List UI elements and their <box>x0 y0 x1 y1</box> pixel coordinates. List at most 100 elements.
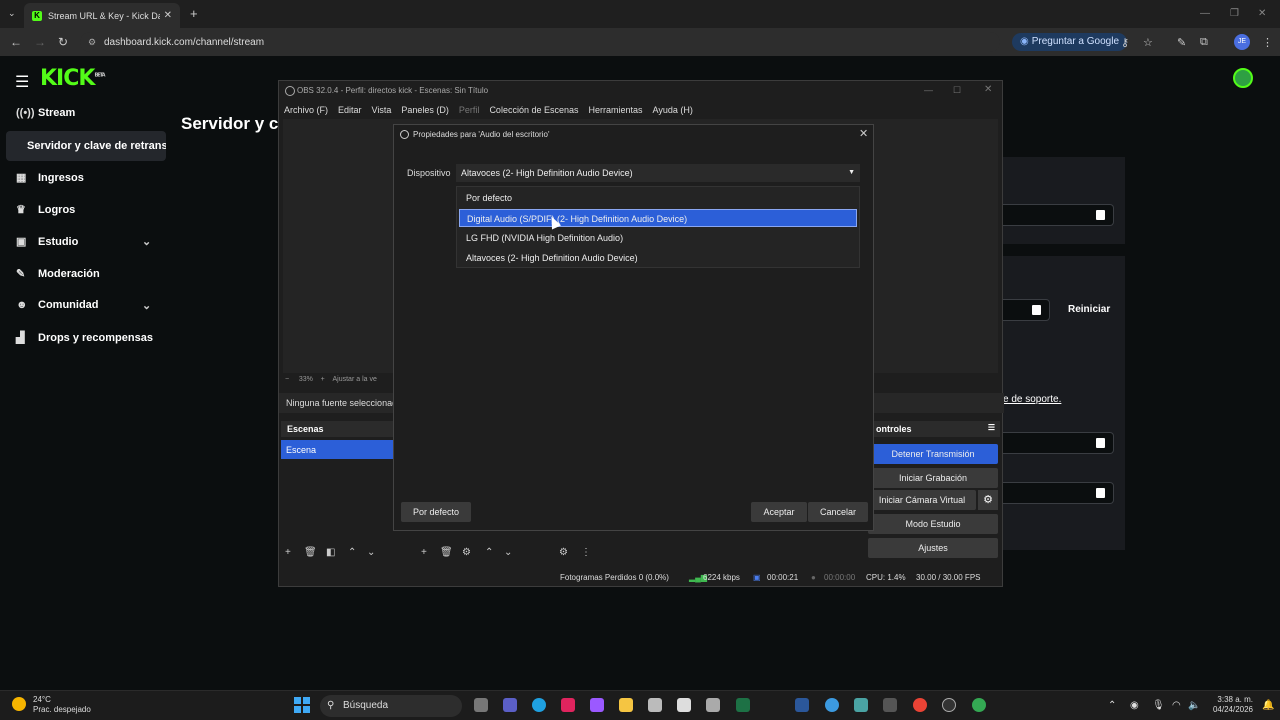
extensions-puzzle-icon[interactable]: ⧉ <box>1200 36 1208 49</box>
menu-herramientas[interactable]: Herramientas <box>589 101 643 119</box>
ingest-field-1[interactable] <box>1003 432 1114 454</box>
delete-source-icon[interactable]: 🗑 <box>440 547 453 558</box>
source-up-icon[interactable]: ⌃ <box>485 547 493 558</box>
studio-mode-button[interactable]: Modo Estudio <box>868 514 998 534</box>
reload-icon[interactable]: ↻ <box>58 35 68 49</box>
dock-menu-icon[interactable]: ☰ <box>988 423 995 432</box>
store-icon[interactable] <box>648 698 662 712</box>
sidebar-item-moderacion[interactable]: ✎ Moderación <box>16 267 100 281</box>
obs-icon[interactable] <box>942 698 956 712</box>
profile-avatar[interactable]: JE <box>1234 34 1250 50</box>
app-icon[interactable] <box>561 698 575 712</box>
virtual-camera-settings-icon[interactable]: ⚙ <box>978 490 998 510</box>
obs-minimize-icon[interactable]: — <box>924 85 933 95</box>
wifi-icon[interactable]: ◠ <box>1172 700 1181 711</box>
copy-icon[interactable] <box>1032 305 1041 315</box>
menu-vista[interactable]: Vista <box>372 101 392 119</box>
sidebar-item-logros[interactable]: ♛ Logros <box>16 203 75 217</box>
sidebar-item-estudio[interactable]: ▣ Estudio ⌄ <box>16 235 151 249</box>
menu-coleccion-escenas[interactable]: Colección de Escenas <box>489 101 578 119</box>
menu-editar[interactable]: Editar <box>338 101 362 119</box>
delete-scene-icon[interactable]: 🗑 <box>304 547 317 558</box>
sidebar-item-comunidad[interactable]: ☻ Comunidad ⌄ <box>16 299 151 312</box>
file-explorer-icon[interactable] <box>619 698 633 712</box>
sidebar-item-stream[interactable]: ((•)) Stream <box>16 107 75 119</box>
extension-edit-icon[interactable]: ✎ <box>1177 36 1186 49</box>
device-option[interactable]: LG FHD (NVIDIA High Definition Audio) <box>459 229 857 247</box>
reset-key-button[interactable]: Reiniciar <box>1068 304 1110 315</box>
device-option-highlighted[interactable]: Digital Audio (S/PDIF) (2- High Definiti… <box>459 209 857 227</box>
defaults-button[interactable]: Por defecto <box>401 502 471 522</box>
app-icon[interactable] <box>854 698 868 712</box>
move-up-icon[interactable]: ⌃ <box>348 547 356 558</box>
stream-key-field[interactable] <box>1003 299 1050 321</box>
zoom-in-icon[interactable]: + <box>321 376 325 383</box>
browser-tab[interactable]: K Stream URL & Key - Kick Dashb ✕ <box>24 3 180 28</box>
tray-overflow-icon[interactable]: ⌃ <box>1108 700 1116 711</box>
kick-logo[interactable]: KICKBETA <box>40 66 106 91</box>
scene-item[interactable]: Escena <box>281 440 394 459</box>
excel-icon[interactable] <box>736 698 750 712</box>
zoom-fit-button[interactable]: Ajustar a la ve <box>333 376 377 383</box>
edge-icon[interactable] <box>532 698 546 712</box>
notifications-icon[interactable]: 🔔 <box>1262 700 1274 711</box>
device-option[interactable]: Altavoces (2- High Definition Audio Devi… <box>459 249 857 267</box>
microphone-icon[interactable]: 🎙 <box>1152 700 1165 711</box>
word-icon[interactable] <box>795 698 809 712</box>
add-scene-icon[interactable]: + <box>285 547 291 558</box>
hamburger-menu-icon[interactable]: ☰ <box>15 72 29 92</box>
user-avatar[interactable] <box>1233 68 1253 88</box>
close-tab-icon[interactable]: ✕ <box>164 10 172 21</box>
forward-icon[interactable]: → <box>34 35 46 49</box>
copilot-icon[interactable] <box>590 698 604 712</box>
copy-icon[interactable] <box>1096 488 1105 498</box>
sidebar-item-drops[interactable]: ▟ Drops y recompensas <box>16 331 153 345</box>
menu-paneles[interactable]: Paneles (D) <box>401 101 449 119</box>
zoom-out-icon[interactable]: − <box>285 376 289 383</box>
password-key-icon[interactable]: ⚷ <box>1121 36 1129 49</box>
maximize-icon[interactable]: ❐ <box>1230 8 1239 19</box>
sidebar-item-ingresos[interactable]: ▦ Ingresos <box>16 171 84 185</box>
tab-search-icon[interactable]: ⌄ <box>8 8 16 19</box>
back-icon[interactable]: ← <box>10 35 22 49</box>
menu-perfil[interactable]: Perfil <box>459 101 480 119</box>
close-window-icon[interactable]: ✕ <box>1258 8 1266 19</box>
browser-menu-icon[interactable]: ⋮ <box>1262 36 1273 49</box>
ask-google-button[interactable]: ◉ Preguntar a Google <box>1012 33 1128 51</box>
bookmark-star-icon[interactable]: ☆ <box>1143 36 1153 49</box>
device-select[interactable]: Altavoces (2- High Definition Audio Devi… <box>456 164 860 182</box>
server-url-field[interactable] <box>1003 204 1114 226</box>
stop-stream-button[interactable]: Detener Transmisión <box>868 444 998 464</box>
menu-archivo[interactable]: Archivo (F) <box>284 101 328 119</box>
system-clock[interactable]: 3:38 a. m. 04/24/2026 <box>1205 695 1253 715</box>
copy-icon[interactable] <box>1096 210 1105 220</box>
support-link[interactable]: e de soporte. <box>1003 394 1061 405</box>
chrome-profile-icon[interactable] <box>972 698 986 712</box>
settings-button[interactable]: Ajustes <box>868 538 998 558</box>
minimize-icon[interactable]: — <box>1200 8 1210 19</box>
accept-button[interactable]: Aceptar <box>751 502 807 522</box>
app-icon[interactable] <box>825 698 839 712</box>
copy-icon[interactable] <box>1096 438 1105 448</box>
obs-maximize-icon[interactable]: ☐ <box>953 85 961 96</box>
url-field[interactable]: ⚙ dashboard.kick.com/channel/stream <box>80 32 1000 52</box>
source-down-icon[interactable]: ⌄ <box>504 547 512 558</box>
new-tab-icon[interactable]: + <box>190 6 198 21</box>
chrome-icon[interactable] <box>913 698 927 712</box>
menu-ayuda[interactable]: Ayuda (H) <box>653 101 693 119</box>
start-menu-icon[interactable] <box>294 697 310 713</box>
add-source-icon[interactable]: + <box>421 547 427 558</box>
volume-icon[interactable]: 🔈 <box>1188 700 1200 711</box>
device-option[interactable]: Por defecto <box>459 189 857 207</box>
scene-filter-icon[interactable]: ◧ <box>326 547 335 558</box>
weather-widget[interactable]: 24°C Prac. despejado <box>12 695 91 715</box>
move-down-icon[interactable]: ⌄ <box>367 547 375 558</box>
ingest-field-2[interactable] <box>1003 482 1114 504</box>
virtual-camera-button[interactable]: Iniciar Cámara Virtual <box>868 490 976 510</box>
mixer-menu-icon[interactable]: ⋮ <box>581 547 591 558</box>
teams-icon[interactable] <box>503 698 517 712</box>
tray-app-icon[interactable]: ◉ <box>1130 700 1139 711</box>
mixer-settings-icon[interactable]: ⚙ <box>559 547 568 558</box>
obs-close-icon[interactable]: ✕ <box>984 84 992 95</box>
task-view-icon[interactable] <box>474 698 488 712</box>
